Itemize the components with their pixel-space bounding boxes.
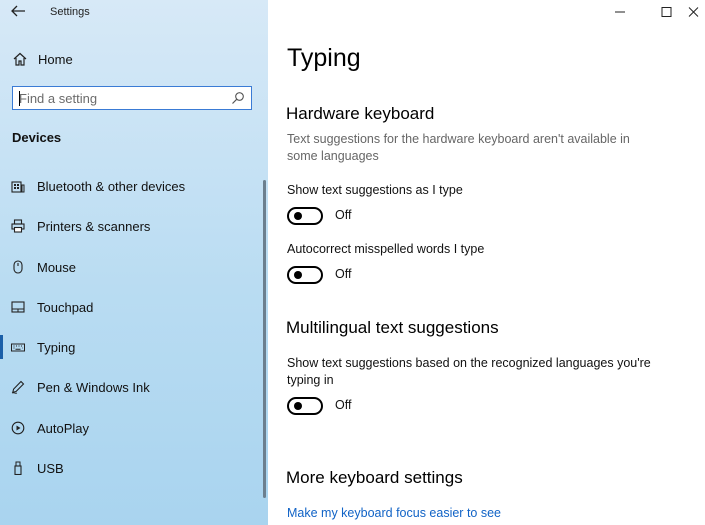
- sidebar-item-label: Pen & Windows Ink: [37, 380, 150, 396]
- sidebar-item-pen[interactable]: Pen & Windows Ink: [0, 373, 262, 413]
- keyboard-focus-link[interactable]: Make my keyboard focus easier to see: [287, 506, 501, 520]
- sidebar-item-label: USB: [37, 461, 64, 477]
- autoplay-icon: [11, 421, 25, 435]
- touchpad-icon: [11, 300, 25, 314]
- sidebar-item-label: Bluetooth & other devices: [37, 179, 186, 194]
- toggle-knob: [294, 212, 302, 220]
- toggle-text-suggestions[interactable]: [287, 207, 323, 225]
- bluetooth-devices-icon: [11, 179, 25, 193]
- sidebar-item-usb[interactable]: USB: [0, 454, 262, 494]
- sidebar-item-label: Printers & scanners: [37, 219, 151, 235]
- sidebar-item-bluetooth[interactable]: Bluetooth & other devices: [0, 172, 262, 212]
- maximize-button[interactable]: [654, 4, 678, 20]
- search-box[interactable]: [12, 86, 252, 110]
- page-title: Typing: [287, 44, 361, 72]
- toggle-multilingual[interactable]: [287, 397, 323, 415]
- main-pane: Typing Hardware keyboard Text suggestion…: [268, 0, 705, 525]
- sidebar-item-mouse[interactable]: Mouse: [0, 253, 262, 293]
- section-header-devices: Devices: [12, 130, 62, 145]
- sidebar-item-label: Touchpad: [37, 299, 94, 315]
- sidebar-item-typing[interactable]: Typing: [0, 333, 262, 373]
- sidebar-item-autoplay[interactable]: AutoPlay: [0, 414, 262, 454]
- toggle-state: Off: [335, 208, 352, 222]
- pen-icon: [11, 380, 25, 395]
- close-button[interactable]: [681, 4, 705, 20]
- search-input[interactable]: [19, 89, 219, 107]
- heading-hardware-keyboard: Hardware keyboard: [286, 104, 435, 123]
- setting-label-multilingual: Show text suggestions based on the recog…: [287, 356, 651, 387]
- back-arrow-icon[interactable]: [10, 4, 28, 20]
- hardware-note: Text suggestions for the hardware keyboa…: [287, 132, 630, 163]
- minimize-button[interactable]: [608, 4, 632, 20]
- setting-label-autocorrect: Autocorrect misspelled words I type: [287, 242, 485, 256]
- mouse-icon: [11, 260, 25, 274]
- title-bar: Settings: [0, 0, 268, 26]
- usb-icon: [11, 461, 25, 476]
- toggle-state: Off: [335, 398, 352, 412]
- app-title: Settings: [50, 6, 90, 18]
- sidebar-item-printers[interactable]: Printers & scanners: [0, 212, 262, 252]
- toggle-state: Off: [335, 267, 352, 281]
- printer-icon: [11, 219, 25, 233]
- search-icon[interactable]: [231, 91, 245, 105]
- toggle-autocorrect[interactable]: [287, 266, 323, 284]
- sidebar-scrollbar[interactable]: [263, 180, 266, 498]
- toggle-knob: [294, 271, 302, 279]
- home-label: Home: [38, 52, 73, 67]
- sidebar: Settings Home Devices Bluetooth & other …: [0, 0, 268, 525]
- home-icon: [12, 51, 28, 67]
- toggle-knob: [294, 402, 302, 410]
- heading-more-keyboard-settings: More keyboard settings: [286, 468, 463, 487]
- setting-label-text-suggestions: Show text suggestions as I type: [287, 183, 463, 197]
- keyboard-icon: [11, 340, 25, 354]
- sidebar-item-label: Typing: [37, 340, 76, 356]
- sidebar-item-label: Mouse: [37, 259, 77, 275]
- heading-multilingual: Multilingual text suggestions: [286, 318, 499, 337]
- sidebar-nav: Bluetooth & other devices Printers & sca…: [0, 172, 262, 494]
- sidebar-item-label: AutoPlay: [37, 420, 90, 436]
- sidebar-home[interactable]: Home: [0, 48, 268, 72]
- sidebar-item-touchpad[interactable]: Touchpad: [0, 293, 262, 333]
